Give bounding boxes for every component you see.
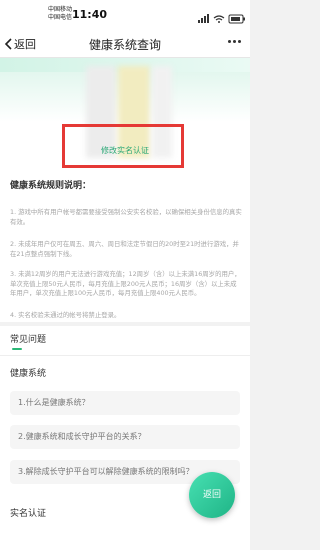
faq-list: 健康系统 1.什么是健康系统？ 2.健康系统和成长守护平台的关系？ 3.解除成长… [0, 356, 250, 550]
carrier-1: 中国移动 [48, 6, 73, 13]
rule-item: 3. 未满12周岁的用户无法进行游戏充值；12周岁（含）以上未满16周岁的用户，… [10, 270, 241, 297]
faq-header: 常见问题 [0, 326, 250, 356]
rules-title: 健康系统规则说明： [10, 181, 92, 191]
identity-card-area: 修改实名认证 [0, 58, 250, 170]
nav-bar: 返回 健康系统查询 [0, 30, 250, 58]
highlight-annotation-box [62, 124, 184, 168]
page-title: 健康系统查询 [88, 38, 161, 52]
carrier-2: 中国电信 [48, 14, 73, 21]
status-bar: 中国移动 中国电信 11:40 [0, 0, 250, 30]
status-time: 11:40 [72, 8, 108, 21]
floating-back-button[interactable]: 返回 [189, 472, 235, 518]
faq-title: 常见问题 [10, 335, 47, 345]
status-icons [198, 9, 246, 24]
wifi-icon [213, 15, 225, 23]
rules-card: 健康系统规则说明： 1. 游戏中所有用户帐号都需要接受强制公安实名校验，以确保相… [0, 170, 250, 322]
signal-icon [198, 14, 209, 23]
battery-icon [228, 14, 245, 24]
more-button[interactable] [228, 40, 246, 48]
faq-item[interactable]: 2.健康系统和成长守护平台的关系？ [10, 425, 240, 449]
faq-item[interactable]: 1.什么是健康系统？ [10, 391, 240, 415]
faq-tab-indicator [12, 348, 22, 350]
rule-item: 4. 实名校验未通过的帐号将禁止登录。 [10, 311, 121, 319]
section-title-realname: 实名认证 [10, 509, 47, 519]
section-title-health-system: 健康系统 [10, 369, 47, 379]
more-dots-icon [228, 40, 231, 43]
rule-item: 1. 游戏中所有用户帐号都需要接受强制公安实名校验，以确保相关身份信息的真实有效… [10, 208, 242, 226]
carrier-names: 中国移动 中国电信 [48, 6, 72, 22]
rule-item: 2. 未成年用户仅可在周五、周六、周日和法定节假日的20时至21时进行游戏，并在… [10, 240, 239, 258]
